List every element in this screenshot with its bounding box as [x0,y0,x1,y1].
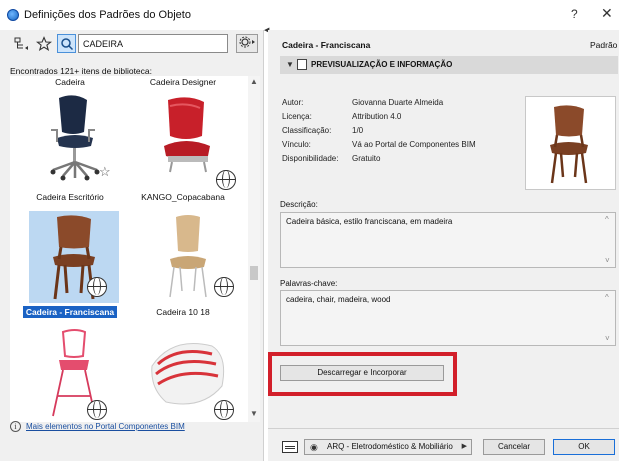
download-and-embed-button[interactable]: Descarregar e Incorporar [280,365,444,381]
preview-info-section-header[interactable]: ▼ PREVISUALIZAÇÃO E INFORMAÇÃO [280,56,618,74]
library-item-cadeira-10-18[interactable]: Cadeira 10 18 [128,211,238,321]
collapse-triangle-icon: ▼ [286,60,294,69]
chevron-right-icon: ▶ [461,443,467,450]
app-icon [7,9,19,21]
globe-icon [214,400,234,420]
section-title: PREVISUALIZAÇÃO E INFORMAÇÃO [311,60,453,69]
info-row-availability: Disponibilidade: Gratuito [282,154,381,163]
library-item-high-chair[interactable] [15,326,125,422]
info-row-license: Licença: Attribution 4.0 [282,112,402,121]
favorite-star-icon[interactable] [35,36,53,52]
info-row-classification: Classificação: 1/0 [282,126,364,135]
item-label-top-right: Cadeira Designer [149,77,217,87]
default-label: Padrão [590,40,618,50]
item-label: Cadeira 10 18 [156,307,210,317]
object-name: Cadeira - Franciscana [282,40,371,50]
item-label: KANGO_Copacabana [141,192,225,202]
ok-button[interactable]: OK [553,439,615,455]
description-scrollbar[interactable]: ^ ˅ [603,213,615,267]
search-input[interactable] [78,34,228,53]
globe-icon [214,277,234,297]
cancel-button[interactable]: Cancelar [483,439,545,455]
item-label-selected: Cadeira - Franciscana [15,306,125,318]
footer-bar: ◉ ARQ - Eletrodoméstico & Mobiliário ▶ C… [268,428,619,461]
library-toolbar [0,30,264,58]
details-panel: Cadeira - Franciscana Padrão ▼ PREVISUAL… [268,30,619,461]
description-label: Descrição: [280,200,318,209]
kango-thumbnail [142,90,232,182]
keywords-scrollbar[interactable]: ^ ˅ [603,291,615,345]
description-field[interactable]: Cadeira básica, estilo franciscana, em m… [280,212,616,268]
search-toggle-button[interactable] [57,34,76,53]
keywords-label: Palavras-chave: [280,279,338,288]
scroll-up-arrow[interactable]: ▲ [248,76,260,88]
library-item-lounge[interactable] [128,326,238,422]
library-grid: Cadeira Cadeira Designer ☆ Cadeira Escri… [10,76,248,422]
close-button[interactable]: ✕ [601,5,613,22]
description-text: Cadeira básica, estilo franciscana, em m… [286,217,453,226]
title-bar: Definições dos Padrões do Objeto ? ✕ [0,0,619,30]
preview-section-icon [297,59,307,70]
info-row-author: Autor: Giovanna Duarte Almeida [282,98,444,107]
library-item-franciscana[interactable]: Cadeira - Franciscana [15,211,125,321]
globe-icon [87,277,107,297]
scroll-down-arrow[interactable]: ▼ [248,408,260,420]
object-preview-image [525,96,616,190]
keywords-text: cadeira, chair, madeira, wood [286,295,391,304]
info-row-link: Vínculo: Vá ao Portal de Componentes BIM [282,140,476,149]
layer-settings-icon[interactable] [282,441,298,453]
info-icon: i [10,421,21,432]
window-title: Definições dos Padrões do Objeto [24,9,191,21]
more-elements-link-text[interactable]: Mais elementos no Portal Componentes BIM [26,422,185,431]
help-button[interactable]: ? [571,7,578,21]
category-dropdown[interactable]: ◉ ARQ - Eletrodoméstico & Mobiliário ▶ [304,439,472,455]
library-item-office-chair[interactable]: ☆ Cadeira Escritório [15,90,125,202]
globe-icon [87,400,107,420]
favorite-star-icon[interactable]: ☆ [99,164,111,180]
item-label: Cadeira Escritório [36,192,104,202]
globe-icon [216,170,236,190]
results-count: Encontrados 121+ itens de biblioteca: [10,66,153,76]
eye-icon: ◉ [310,442,318,452]
library-scrollbar[interactable]: ▲ ▼ [248,76,260,422]
library-panel: Encontrados 121+ itens de biblioteca: Ca… [0,30,264,461]
scroll-thumb[interactable] [250,266,258,280]
settings-gear-button[interactable] [236,34,258,53]
category-value: ARQ - Eletrodoméstico & Mobiliário [327,442,453,451]
item-label-top-left: Cadeira [55,77,85,87]
keywords-field[interactable]: cadeira, chair, madeira, wood ^ ˅ [280,290,616,346]
library-item-kango[interactable]: KANGO_Copacabana [128,90,238,202]
hierarchy-icon[interactable] [14,36,30,52]
